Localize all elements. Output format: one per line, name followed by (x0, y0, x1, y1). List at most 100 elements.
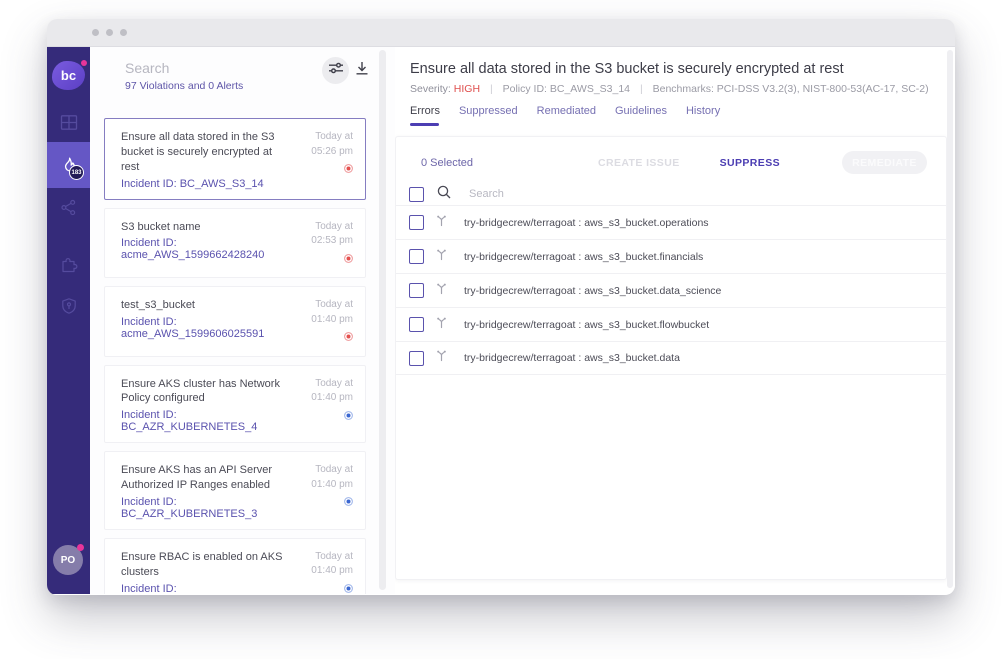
timestamp-line2: 01:40 pm (311, 565, 353, 577)
tab-label: Suppressed (458, 105, 518, 117)
timestamp-line2: 05:26 pm (311, 145, 353, 157)
sidebar-item-dashboard[interactable] (47, 99, 90, 145)
severity-value: HIGH (453, 83, 481, 95)
timestamp-line1: Today at (315, 550, 353, 562)
violation-card[interactable]: test_s3_bucket Incident ID: acme_AWS_159… (104, 286, 366, 357)
tab-remediated[interactable]: Remediated (537, 105, 596, 126)
card-side: Today at 01:40 pm (297, 463, 353, 520)
detail-panel: Ensure all data stored in the S3 bucket … (395, 47, 955, 594)
detail-title: Ensure all data stored in the S3 bucket … (410, 61, 844, 77)
tab-suppressed[interactable]: Suppressed (459, 105, 518, 126)
logo-notification-dot (81, 60, 87, 66)
timestamp-line2: 01:40 pm (311, 392, 353, 404)
status-dot-blue (344, 583, 353, 593)
git-branch-icon (435, 214, 448, 232)
suppress-button[interactable]: SUPPRESS (720, 157, 780, 169)
tab-label: History (685, 105, 721, 117)
violation-card[interactable]: Ensure AKS cluster has Network Policy co… (104, 364, 366, 444)
resource-name: try-bridgecrew/terragoat : aws_s3_bucket… (464, 216, 709, 229)
incident-id: Incident ID: BC_AZR_KUBERNETES_3 (121, 495, 258, 520)
detail-tabs: Errors Suppressed Remediated Guidelines … (410, 105, 739, 126)
violation-card[interactable]: S3 bucket name Incident ID: acme_AWS_159… (104, 207, 366, 279)
select-all-checkbox[interactable] (409, 186, 424, 202)
active-tab-underline (410, 123, 439, 126)
violations-panel: Search 97 Violations and 0 Alerts Ensure… (90, 47, 395, 594)
meta-divider: | (639, 83, 643, 95)
git-branch-icon (435, 349, 448, 367)
app-window: bc 183 PO Search 97 Violations and 0 Ale… (47, 19, 955, 595)
timestamp-line1: Today at (315, 464, 353, 476)
remediate-button[interactable]: REMEDIATE (842, 151, 927, 174)
git-branch-icon (435, 282, 448, 300)
window-control-icon[interactable] (106, 29, 113, 36)
resource-row[interactable]: try-bridgecrew/terragoat : aws_s3_bucket… (396, 307, 946, 341)
resource-row[interactable]: try-bridgecrew/terragoat : aws_s3_bucket… (396, 273, 946, 307)
card-main: test_s3_bucket Incident ID: acme_AWS_159… (121, 298, 297, 347)
incident-id: Incident ID: acme_AWS_1599662428240 (121, 237, 265, 262)
app-body: bc 183 PO Search 97 Violations and 0 Ale… (47, 47, 955, 594)
bridgecrew-logo[interactable]: bc (47, 59, 90, 95)
row-checkbox[interactable] (409, 317, 424, 332)
logo-text: bc (60, 68, 77, 83)
sidebar-item-integrations[interactable] (47, 241, 90, 287)
incident-id: Incident ID: acme_AWS_1599606025591 (121, 315, 265, 340)
status-dot-red (344, 253, 353, 263)
violation-card[interactable]: Ensure all data stored in the S3 bucket … (104, 118, 366, 200)
timestamp-line2: 01:40 pm (311, 478, 353, 490)
violations-scrollbar[interactable] (379, 50, 386, 590)
timestamp-line1: Today at (315, 299, 353, 311)
resource-name: try-bridgecrew/terragoat : aws_s3_bucket… (464, 352, 680, 364)
sidebar: bc 183 PO (47, 47, 90, 594)
card-side: Today at 05:26 pm (297, 130, 353, 190)
create-issue-button[interactable]: CREATE ISSUE (598, 157, 680, 169)
sidebar-item-security[interactable] (47, 283, 90, 329)
row-checkbox[interactable] (409, 350, 424, 366)
row-checkbox[interactable] (409, 283, 424, 298)
tab-label: Errors (410, 105, 440, 117)
detail-meta: Severity: HIGH | Policy ID: BC_AWS_S3_14… (410, 83, 929, 95)
policy-id: Policy ID: BC_AWS_S3_14 (502, 83, 631, 95)
violation-card[interactable]: Ensure RBAC is enabled on AKS clusters I… (104, 537, 366, 594)
download-button[interactable] (352, 61, 372, 81)
search-icon (436, 184, 452, 205)
status-dot-red (344, 332, 353, 342)
incident-id: Incident ID: BC_AZR_KUBERNETES_2 (121, 582, 177, 594)
tab-history[interactable]: History (686, 105, 720, 126)
download-icon (354, 60, 370, 82)
meta-divider: | (489, 83, 493, 95)
timestamp-line1: Today at (315, 131, 353, 142)
violation-title: Ensure AKS has an API Server Authorized … (121, 464, 273, 492)
tab-guidelines[interactable]: Guidelines (615, 105, 667, 126)
violations-search-input[interactable]: Search (125, 60, 169, 76)
window-control-icon[interactable] (120, 29, 127, 36)
tab-errors[interactable]: Errors (410, 105, 440, 126)
timestamp-line2: 01:40 pm (311, 313, 353, 325)
row-checkbox[interactable] (409, 215, 424, 230)
shield-icon (60, 297, 78, 316)
resource-row[interactable]: try-bridgecrew/terragoat : aws_s3_bucket… (396, 341, 946, 375)
detail-scrollbar[interactable] (947, 50, 953, 588)
violation-card[interactable]: Ensure AKS has an API Server Authorized … (104, 451, 366, 530)
resource-name: try-bridgecrew/terragoat : aws_s3_bucket… (464, 318, 710, 331)
git-branch-icon (435, 248, 448, 266)
resource-row[interactable]: try-bridgecrew/terragoat : aws_s3_bucket… (396, 239, 946, 273)
violation-title: Ensure RBAC is enabled on AKS clusters (121, 550, 283, 578)
incident-id: Incident ID: BC_AZR_KUBERNETES_4 (121, 409, 258, 434)
card-side: Today at 01:40 pm (297, 550, 353, 594)
resources-search-input[interactable]: Search (469, 188, 504, 200)
window-titlebar (47, 19, 955, 47)
avatar-initials: PO (60, 554, 76, 566)
sidebar-item-graph[interactable] (47, 184, 90, 230)
user-avatar[interactable]: PO (53, 544, 84, 575)
sidebar-item-incidents[interactable]: 183 (47, 142, 90, 188)
card-side: Today at 01:40 pm (297, 298, 353, 347)
resources-table: try-bridgecrew/terragoat : aws_s3_bucket… (396, 205, 946, 375)
incident-id: Incident ID: BC_AWS_S3_14 (121, 177, 264, 190)
row-checkbox[interactable] (409, 249, 424, 264)
timestamp-line1: Today at (315, 377, 353, 389)
filter-button[interactable] (322, 57, 349, 84)
timestamp-line1: Today at (315, 220, 353, 232)
resources-table-header: Search (396, 183, 946, 205)
resource-row[interactable]: try-bridgecrew/terragoat : aws_s3_bucket… (396, 205, 946, 239)
window-control-icon[interactable] (92, 29, 99, 36)
